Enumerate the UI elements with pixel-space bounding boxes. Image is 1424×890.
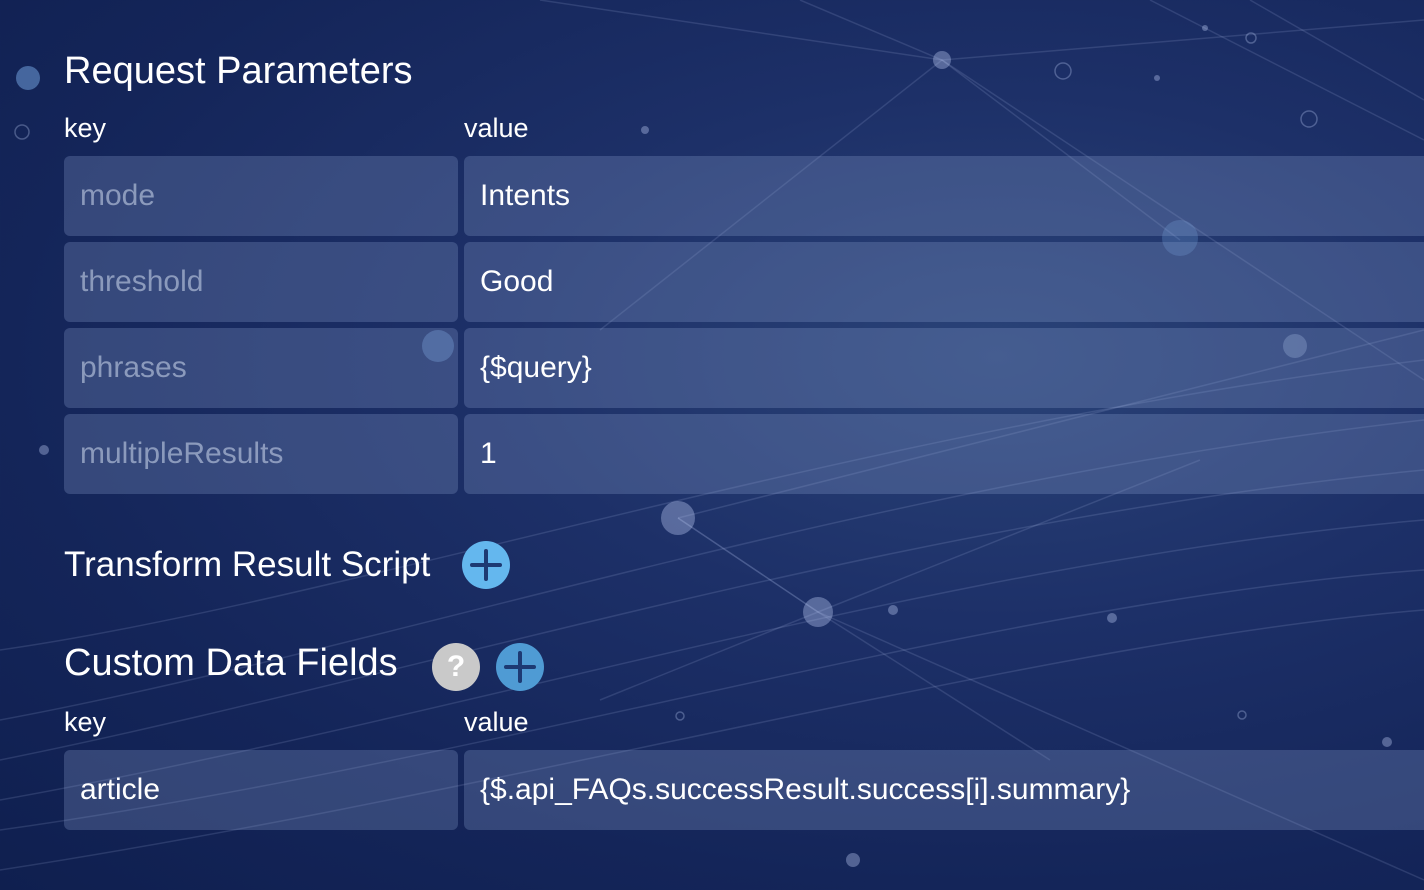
request-param-value-field[interactable]: Intents bbox=[464, 156, 1424, 236]
question-icon: ? bbox=[446, 650, 466, 683]
add-transform-script-button[interactable] bbox=[462, 541, 510, 589]
request-parameters-title: Request Parameters bbox=[64, 50, 413, 92]
custom-value-header: value bbox=[464, 707, 529, 737]
api-config-panel: Request Parameters key value mode Intent… bbox=[0, 0, 1424, 890]
request-param-key-field[interactable]: phrases bbox=[64, 328, 458, 408]
custom-key-header: key bbox=[64, 707, 107, 737]
request-param-value-field[interactable]: {$query} bbox=[464, 328, 1424, 408]
transform-result-script-title: Transform Result Script bbox=[64, 545, 431, 584]
request-key-header: key bbox=[64, 113, 107, 143]
plus-icon bbox=[470, 549, 502, 581]
custom-data-fields-title: Custom Data Fields bbox=[64, 642, 398, 684]
custom-field-value-field[interactable]: {$.api_FAQs.successResult.success[i].sum… bbox=[464, 750, 1424, 830]
help-button[interactable]: ? bbox=[432, 643, 480, 691]
request-param-value-field[interactable]: 1 bbox=[464, 414, 1424, 494]
request-param-key-field[interactable]: multipleResults bbox=[64, 414, 458, 494]
request-param-key-field[interactable]: mode bbox=[64, 156, 458, 236]
request-param-key-field[interactable]: threshold bbox=[64, 242, 458, 322]
add-custom-data-field-button[interactable] bbox=[496, 643, 544, 691]
request-param-value-field[interactable]: Good bbox=[464, 242, 1424, 322]
request-value-header: value bbox=[464, 113, 529, 143]
plus-icon bbox=[504, 651, 536, 683]
custom-field-key-field[interactable]: article bbox=[64, 750, 458, 830]
